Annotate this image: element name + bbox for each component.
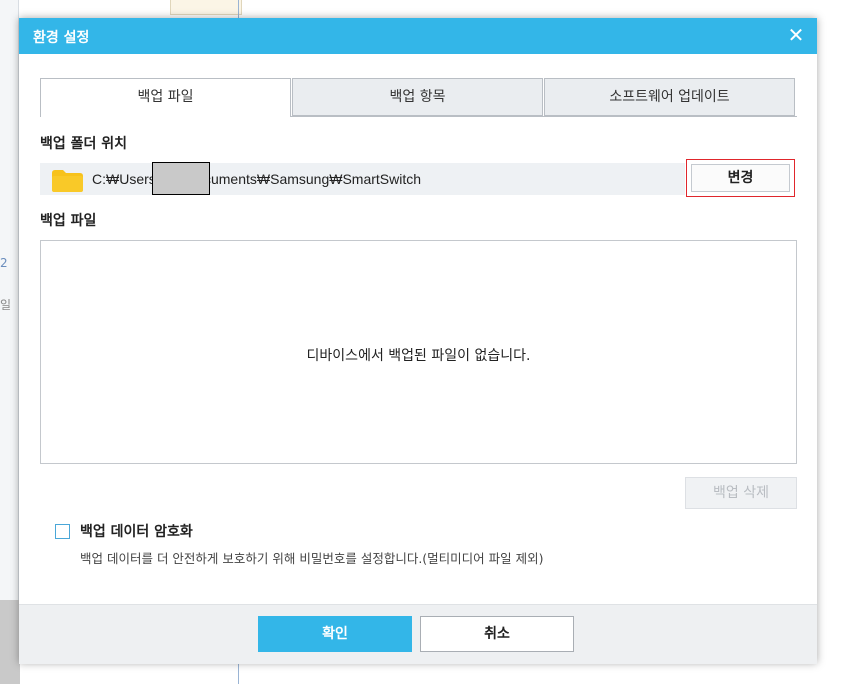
cancel-button[interactable]: 취소 (420, 616, 574, 652)
background-text-fragment: 2 (0, 256, 8, 270)
change-button[interactable]: 변경 (691, 164, 790, 192)
background-app-panel (0, 0, 19, 684)
empty-message: 디바이스에서 백업된 파일이 없습니다. (306, 348, 531, 364)
dialog-title: 환경 설정 (33, 30, 90, 46)
redacted-username (152, 162, 210, 195)
ok-button[interactable]: 확인 (258, 616, 412, 652)
close-icon[interactable]: ✕ (785, 24, 807, 46)
encrypt-label[interactable]: 백업 데이터 암호화 (80, 521, 193, 541)
folder-icon (52, 170, 83, 192)
tab-software-update[interactable]: 소프트웨어 업데이트 (544, 78, 795, 116)
background-app-fragment (170, 0, 242, 15)
change-button-highlight: 변경 (686, 159, 795, 197)
backup-folder-path-field: C:₩Users₩ ₩Documents₩Samsung₩SmartSwitch (40, 163, 685, 195)
tab-bar: 백업 파일 백업 항목 소프트웨어 업데이트 (40, 78, 796, 117)
active-tab-mask (41, 116, 290, 118)
backup-folder-label: 백업 폴더 위치 (40, 136, 128, 152)
backup-files-label: 백업 파일 (40, 213, 97, 229)
settings-dialog: 환경 설정 ✕ 백업 파일 백업 항목 소프트웨어 업데이트 백업 폴더 위치 … (19, 18, 817, 664)
encrypt-description: 백업 데이터를 더 안전하게 보호하기 위해 비밀번호를 설정합니다.(멀티미디… (80, 551, 544, 566)
background-scroll-area (0, 600, 20, 684)
backup-folder-path: C:₩Users₩ ₩Documents₩Samsung₩SmartSwitch (92, 171, 422, 187)
delete-backup-button[interactable]: 백업 삭제 (685, 477, 797, 509)
background-text-fragment: 일 (0, 298, 12, 312)
title-bar[interactable]: 환경 설정 ✕ (19, 18, 817, 54)
tab-backup-items[interactable]: 백업 항목 (292, 78, 543, 116)
dialog-footer: 확인 취소 (19, 604, 817, 664)
encrypt-checkbox[interactable] (55, 524, 70, 539)
tab-backup-files[interactable]: 백업 파일 (40, 78, 291, 117)
backup-file-list[interactable]: 디바이스에서 백업된 파일이 없습니다. (40, 240, 797, 464)
